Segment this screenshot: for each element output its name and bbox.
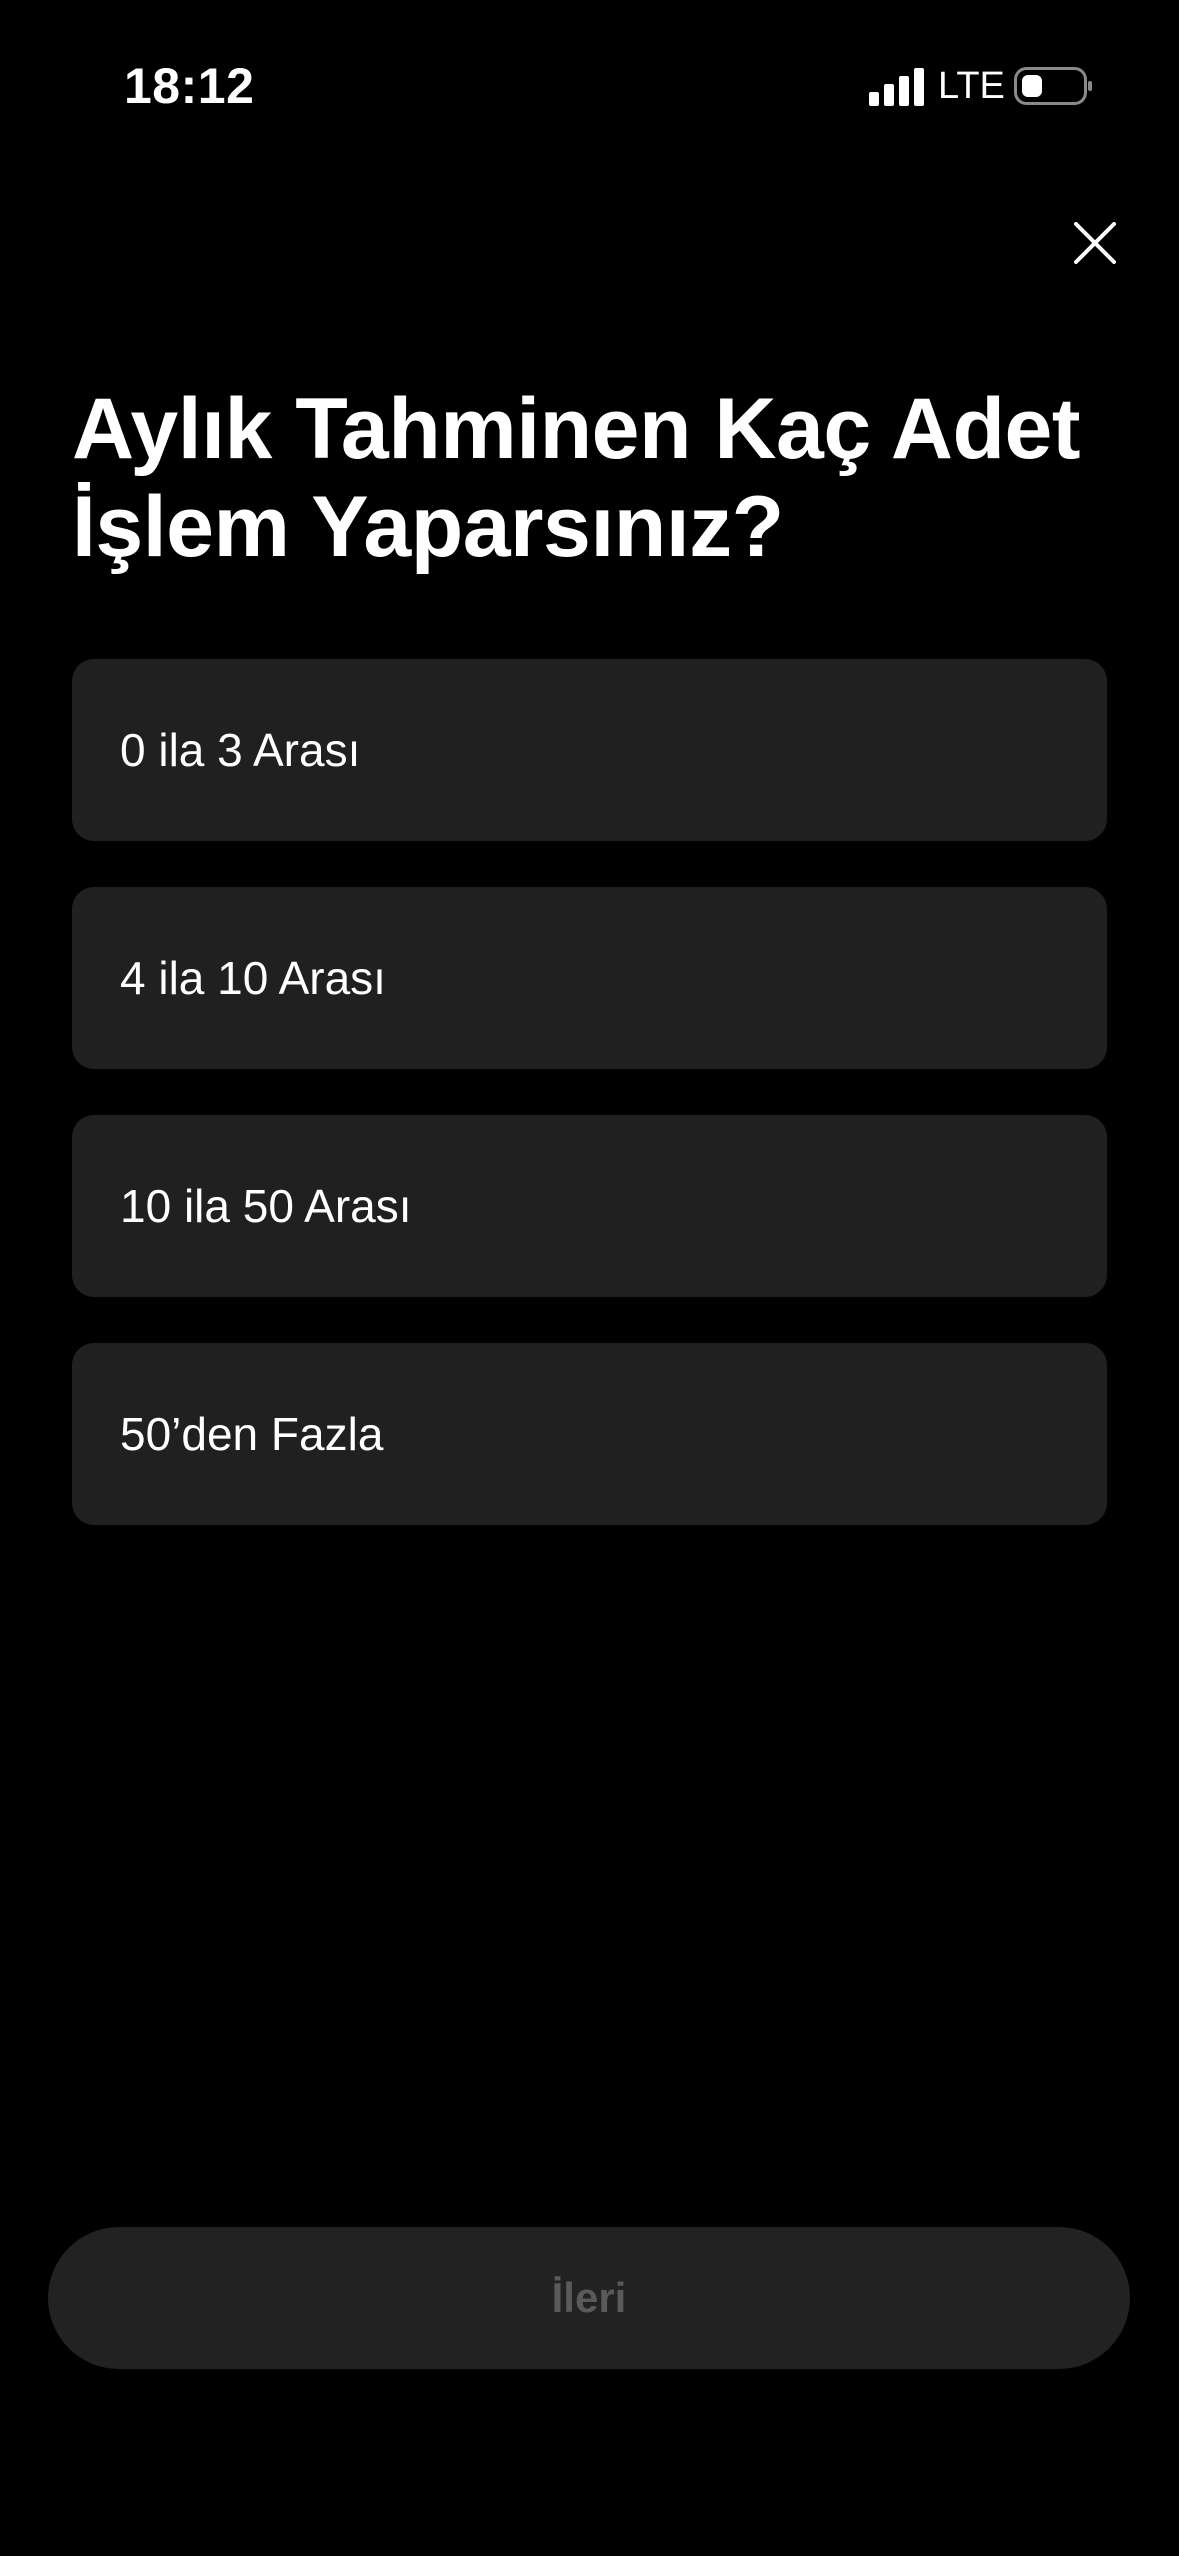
option-4-10[interactable]: 4 ila 10 Arası	[72, 887, 1107, 1069]
close-button[interactable]	[1062, 210, 1128, 276]
network-type-label: LTE	[938, 65, 1005, 107]
question-title: Aylık Tahminen Kaç Adet İşlem Yaparsınız…	[72, 381, 1081, 575]
options-list: 0 ila 3 Arası 4 ila 10 Arası 10 ila 50 A…	[72, 659, 1107, 1571]
option-label: 0 ila 3 Arası	[120, 724, 361, 776]
option-label: 4 ila 10 Arası	[120, 952, 386, 1004]
cellular-signal-icon	[869, 68, 924, 106]
option-0-3[interactable]: 0 ila 3 Arası	[72, 659, 1107, 841]
battery-icon	[1014, 67, 1092, 105]
option-label: 10 ila 50 Arası	[120, 1180, 412, 1232]
next-button-label: İleri	[551, 2274, 627, 2321]
option-10-50[interactable]: 10 ila 50 Arası	[72, 1115, 1107, 1297]
status-time: 18:12	[124, 58, 255, 114]
next-button[interactable]: İleri	[48, 2227, 1130, 2369]
option-label: 50’den Fazla	[120, 1408, 384, 1460]
option-50-plus[interactable]: 50’den Fazla	[72, 1343, 1107, 1525]
status-bar: 18:12 LTE	[0, 0, 1179, 170]
close-icon	[1074, 222, 1116, 264]
